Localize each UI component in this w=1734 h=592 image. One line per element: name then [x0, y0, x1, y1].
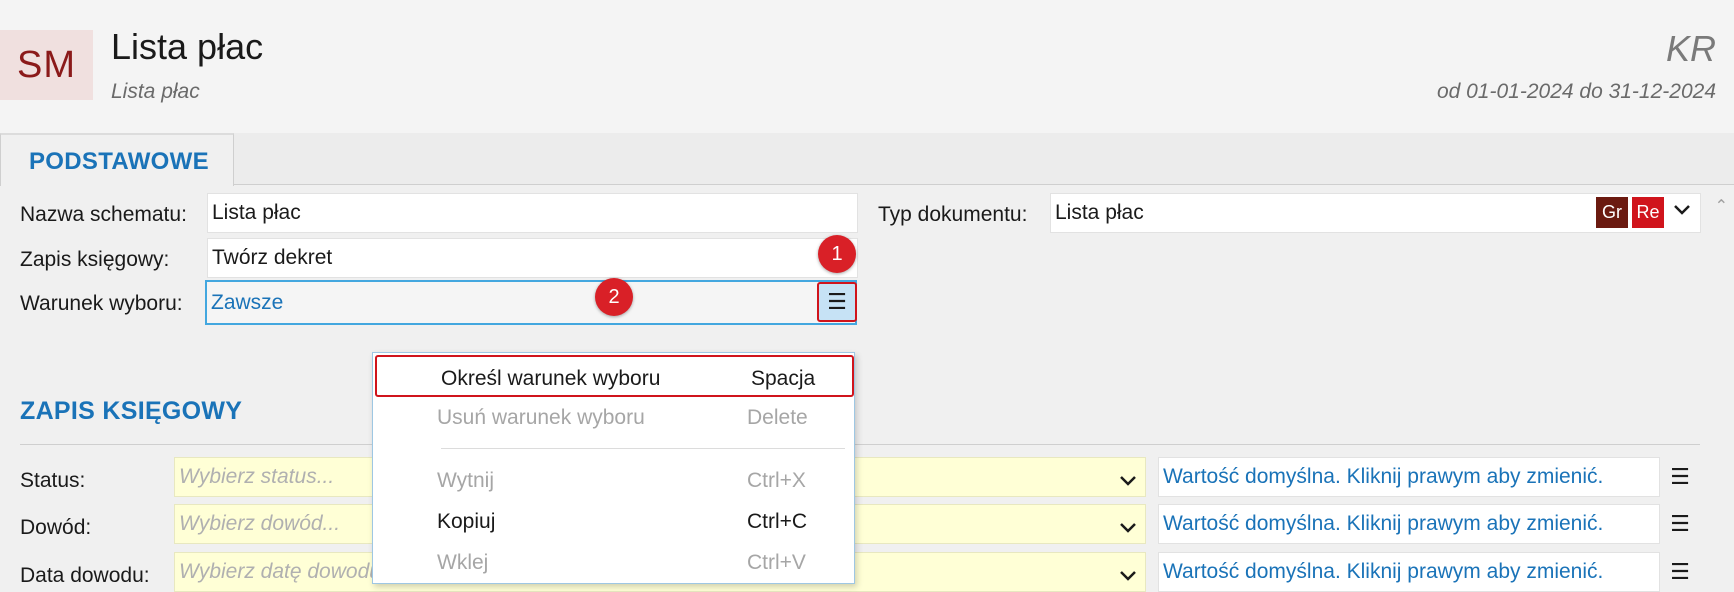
status-menu-button[interactable]: ☰	[1660, 457, 1700, 497]
page-title: Lista płac	[111, 26, 264, 67]
re-badge[interactable]: Re	[1632, 197, 1664, 228]
chevron-down-icon[interactable]	[1118, 471, 1138, 494]
zapis-ksiegowy-label: Zapis księgowy:	[20, 248, 170, 271]
menu-item-label: Usuń warunek wyboru	[437, 406, 645, 429]
chevron-up-icon[interactable]: ⌃	[1715, 196, 1728, 216]
data-dowodu-default-value[interactable]: Wartość domyślna. Kliknij prawym aby zmi…	[1158, 552, 1660, 592]
zapis-ksiegowy-input[interactable]: Twórz dekret	[207, 238, 858, 278]
chevron-down-icon[interactable]	[1118, 566, 1138, 589]
period-range: od 01-01-2024 do 31-12-2024	[1436, 80, 1716, 103]
tab-bar: PODSTAWOWE	[0, 133, 1734, 186]
context-menu: Określ warunek wyboru Spacja Usuń warune…	[372, 352, 855, 584]
menu-item-usun-warunek[interactable]: Usuń warunek wyboru Delete	[373, 396, 854, 438]
hamburger-icon: ☰	[1670, 464, 1690, 489]
callout-1-badge: 1	[818, 235, 856, 273]
menu-item-wytnij[interactable]: Wytnij Ctrl+X	[373, 459, 854, 501]
warunek-wyboru-label: Warunek wyboru:	[20, 292, 183, 315]
nazwa-schematu-input[interactable]: Lista płac	[207, 193, 858, 233]
menu-item-label: Określ warunek wyboru	[441, 367, 661, 390]
data-dowodu-label: Data dowodu:	[20, 564, 150, 587]
typ-dokumentu-label: Typ dokumentu:	[878, 203, 1028, 226]
dowod-label: Dowód:	[20, 516, 92, 539]
menu-item-wklej[interactable]: Wklej Ctrl+V	[373, 541, 854, 583]
gr-badge[interactable]: Gr	[1596, 197, 1628, 228]
company-code: KR	[1665, 28, 1716, 69]
section-divider	[20, 444, 1700, 445]
hamburger-icon: ☰	[1670, 559, 1690, 584]
dowod-default-value[interactable]: Wartość domyślna. Kliknij prawym aby zmi…	[1158, 504, 1660, 544]
warunek-wyboru-input[interactable]: Zawsze	[205, 280, 857, 325]
menu-item-shortcut: Delete	[747, 406, 808, 429]
data-dowodu-menu-button[interactable]: ☰	[1660, 552, 1700, 592]
chevron-down-icon[interactable]	[1118, 518, 1138, 541]
warunek-menu-button[interactable]: ☰	[817, 282, 857, 322]
menu-separator	[441, 448, 845, 449]
menu-item-kopiuj[interactable]: Kopiuj Ctrl+C	[373, 500, 854, 542]
page-header: SM Lista płac Lista płac KR od 01-01-202…	[0, 0, 1734, 133]
menu-item-shortcut: Ctrl+C	[747, 510, 808, 533]
callout-2-badge: 2	[595, 278, 633, 316]
menu-item-label: Wytnij	[437, 469, 494, 492]
menu-item-shortcut: Ctrl+X	[747, 469, 806, 492]
menu-item-shortcut: Spacja	[751, 367, 816, 390]
menu-item-shortcut: Ctrl+V	[747, 551, 806, 574]
section-title: ZAPIS KSIĘGOWY	[20, 397, 243, 425]
page-subtitle: Lista płac	[111, 80, 200, 103]
menu-item-label: Wklej	[437, 551, 489, 574]
tab-podstawowe[interactable]: PODSTAWOWE	[0, 133, 234, 186]
form-content: ⌃ Nazwa schematu: Lista płac Typ dokumen…	[0, 186, 1734, 592]
typ-dokumentu-value: Lista płac	[1055, 201, 1144, 224]
hamburger-icon: ☰	[827, 289, 847, 314]
chevron-down-icon[interactable]	[1672, 200, 1692, 223]
dowod-menu-button[interactable]: ☰	[1660, 504, 1700, 544]
nazwa-schematu-label: Nazwa schematu:	[20, 203, 187, 226]
app-logo: SM	[0, 30, 93, 100]
status-label: Status:	[20, 469, 86, 492]
menu-item-label: Kopiuj	[437, 510, 496, 533]
menu-item-okresl-warunek[interactable]: Określ warunek wyboru Spacja	[375, 355, 854, 397]
hamburger-icon: ☰	[1670, 511, 1690, 536]
status-default-value[interactable]: Wartość domyślna. Kliknij prawym aby zmi…	[1158, 457, 1660, 497]
